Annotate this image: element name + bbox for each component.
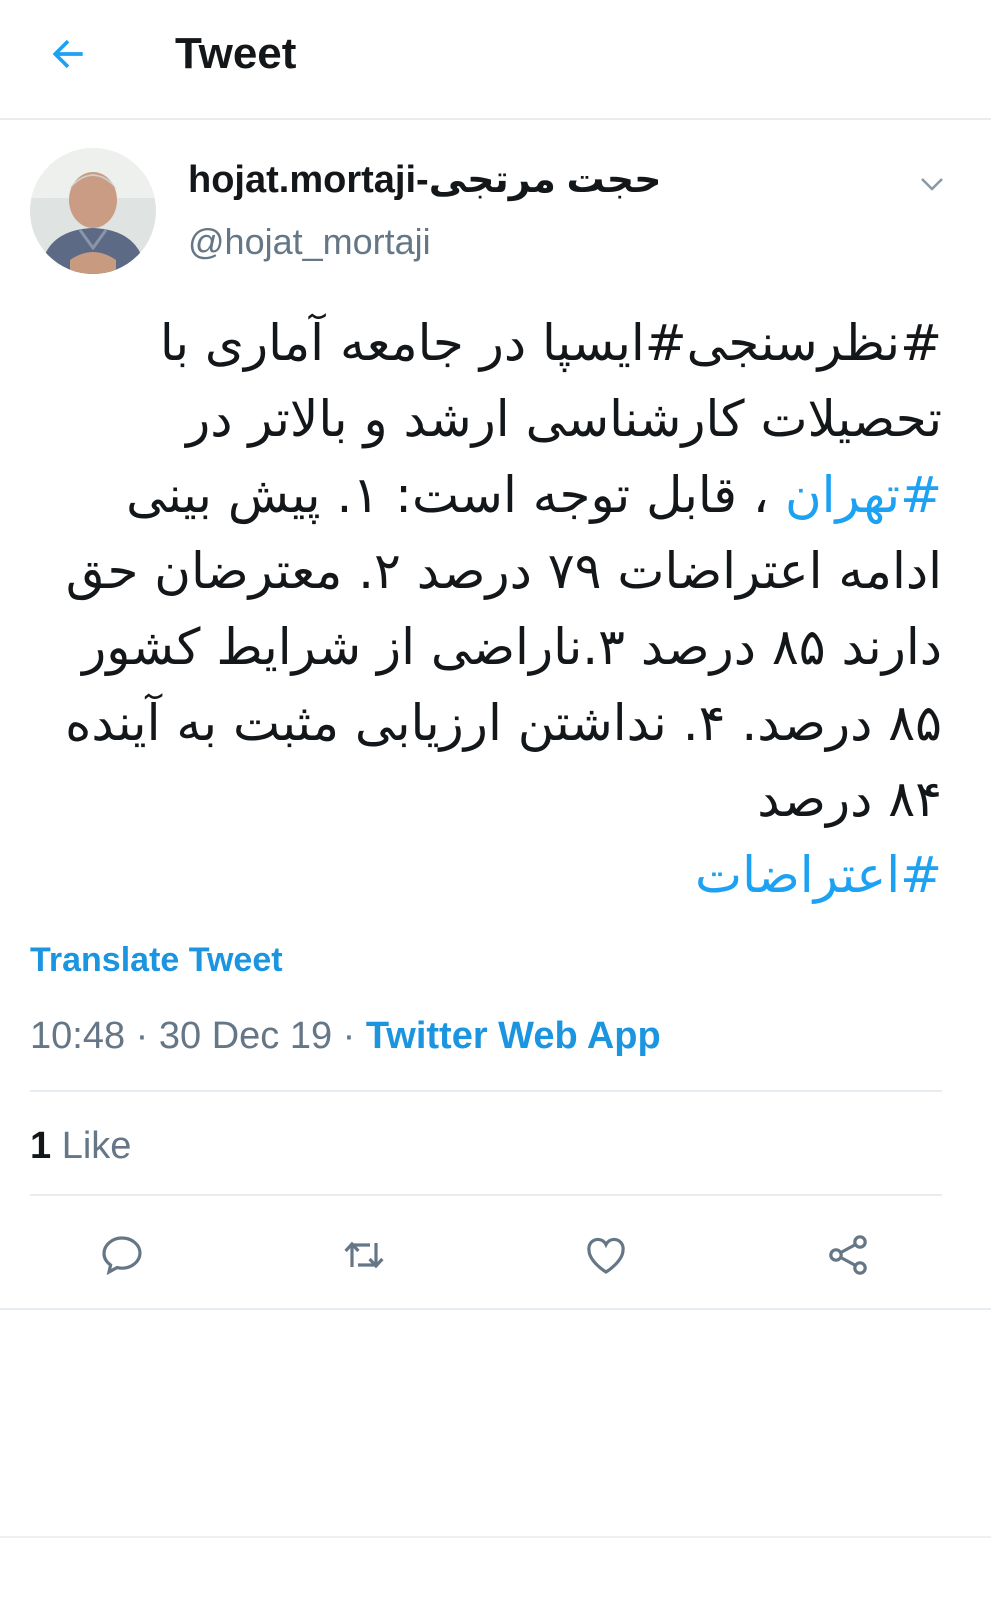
avatar[interactable]: [30, 148, 156, 274]
display-name[interactable]: hojat.mortaji-حجت مرتجی: [188, 155, 662, 205]
retweet-icon: [344, 1241, 384, 1269]
divider: [0, 1308, 991, 1310]
divider: [0, 1536, 991, 1538]
chevron-down-icon: [921, 178, 943, 191]
retweet-button[interactable]: [329, 1220, 399, 1290]
page-title: Tweet: [175, 29, 297, 78]
tweet-metadata: 10:48 · 30 Dec 19 · Twitter Web App: [30, 1012, 661, 1060]
more-options-button[interactable]: [910, 162, 954, 206]
divider: [30, 1194, 942, 1196]
like-icon: [587, 1237, 625, 1274]
reply-button[interactable]: [87, 1220, 157, 1290]
profile-photo: [30, 148, 156, 274]
separator: ·: [332, 1015, 366, 1057]
top-bar: Tweet: [0, 0, 991, 120]
tweet-line: ۸۵ درصد. ۴. نداشتن ارزیابی مثبت به آینده: [65, 694, 942, 752]
likes-count-link[interactable]: 1 Like: [30, 1122, 131, 1170]
tweet-line: دارند ۸۵ درصد ۳.ناراضی از شرایط کشور: [82, 618, 942, 676]
action-bar: [0, 1220, 991, 1290]
tweet-line: #تهران ، قابل توجه است: ۱. پیش بینی: [40, 457, 942, 533]
tweet-line: #نظرسنجی#ایسپا در جامعه آماری با: [159, 314, 942, 372]
reply-icon: [102, 1236, 142, 1276]
likes-label: Like: [61, 1125, 132, 1167]
tweet-line: ادامه اعتراضات ۷۹ درصد ۲. معترضان حق: [65, 542, 942, 600]
tweet-time: 10:48: [30, 1015, 126, 1057]
share-button[interactable]: [813, 1220, 883, 1290]
tweet-line: تحصیلات کارشناسی ارشد و بالاتر در: [186, 390, 942, 448]
arrow-left-icon: [52, 39, 83, 69]
likes-count: 1: [30, 1125, 52, 1167]
tweet-line: ۸۴ درصد: [757, 770, 942, 828]
hashtag-link[interactable]: #اعتراضات: [695, 846, 942, 904]
hashtag-link[interactable]: #تهران: [785, 466, 942, 524]
user-handle[interactable]: @hojat_mortaji: [188, 218, 431, 266]
tweet-line: #اعتراضات: [40, 837, 942, 913]
separator: ·: [125, 1015, 159, 1057]
tweet-source-link[interactable]: Twitter Web App: [366, 1015, 661, 1057]
tweet-line-text: ، قابل توجه است: ۱. پیش بینی: [126, 466, 785, 524]
like-button[interactable]: [571, 1220, 641, 1290]
share-icon: [829, 1235, 867, 1275]
back-button[interactable]: [40, 26, 96, 82]
translate-tweet-link[interactable]: Translate Tweet: [30, 938, 283, 982]
divider: [30, 1090, 942, 1092]
tweet-date: 30 Dec 19: [158, 1015, 333, 1057]
tweet-text: #نظرسنجی#ایسپا در جامعه آماری با تحصیلات…: [40, 305, 942, 913]
